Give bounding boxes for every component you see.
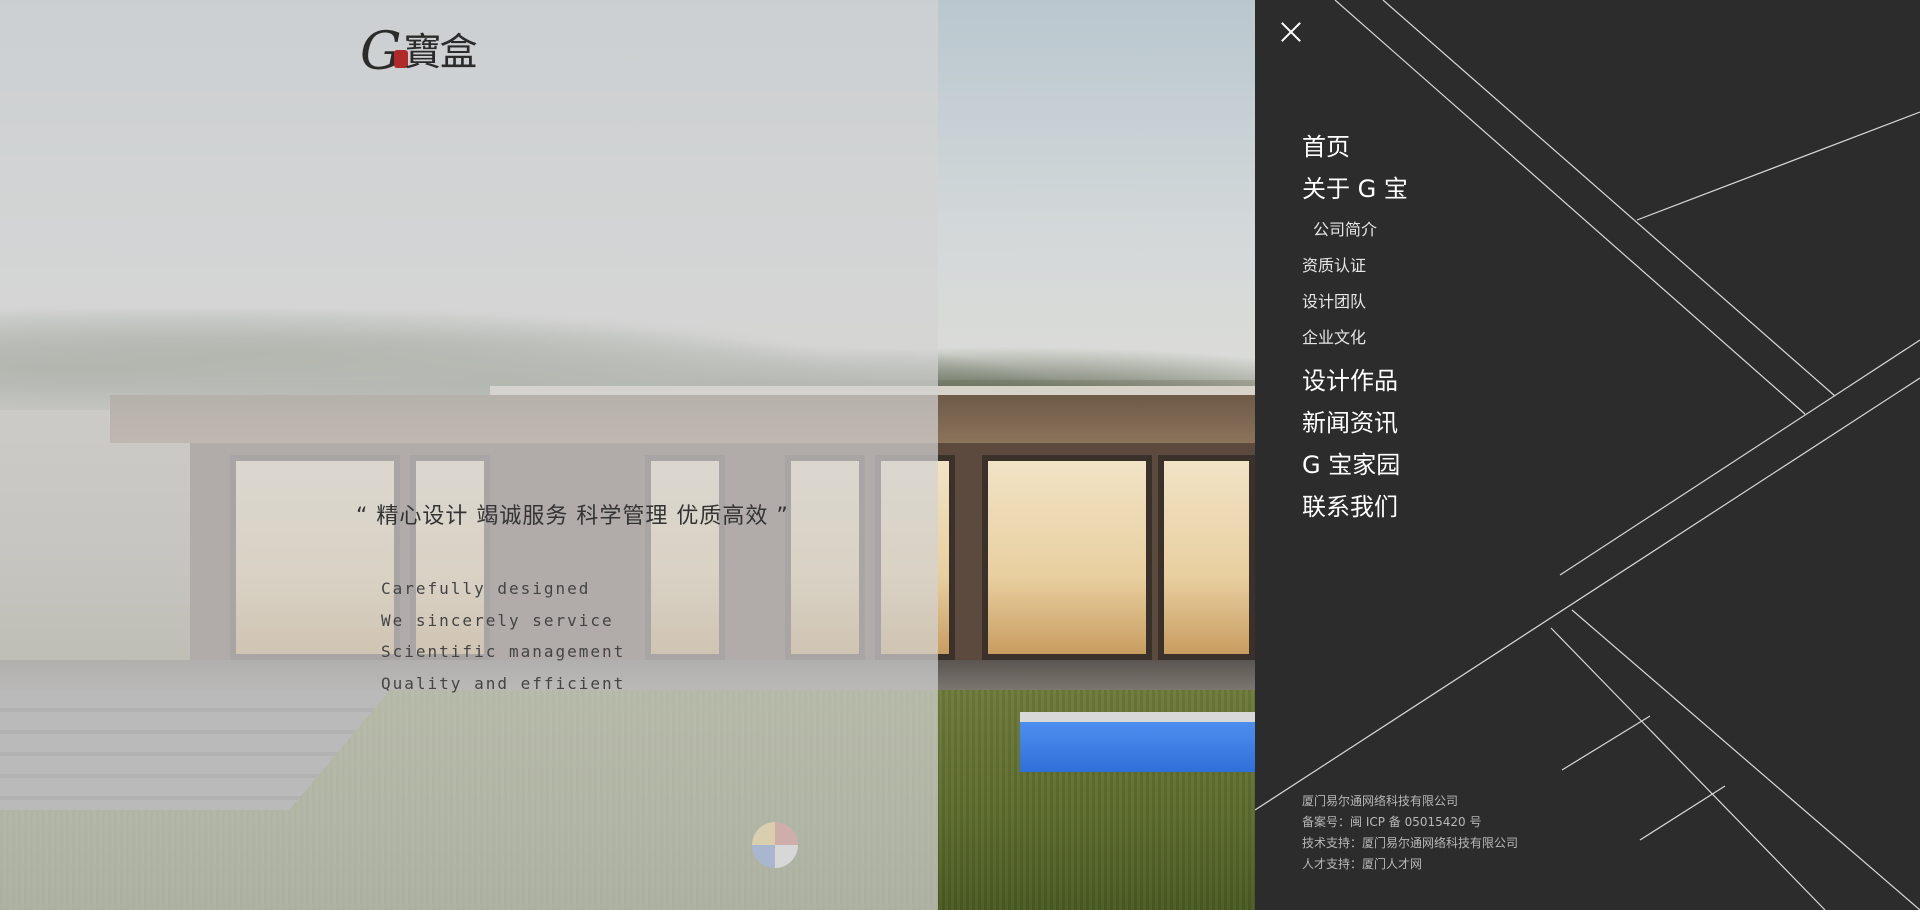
footer-talent-support[interactable]: 人才支持：厦门人才网: [1302, 854, 1518, 875]
nav-item-news[interactable]: 新闻资讯: [1302, 402, 1408, 444]
footer-info: 厦门易尔通网络科技有限公司 备案号：闽 ICP 备 05015420 号 技术支…: [1302, 791, 1518, 875]
footer-company: 厦门易尔通网络科技有限公司: [1302, 794, 1459, 808]
nav-item-home[interactable]: 首页: [1302, 126, 1408, 168]
slogan-english-line: We sincerely service: [381, 610, 614, 630]
footer-tech-support[interactable]: 技术支持：厦门易尔通网络科技有限公司: [1302, 833, 1518, 854]
house-window: [1158, 455, 1255, 660]
slogan-chinese: “ 精心设计 竭诚服务 科学管理 优质高效 ”: [356, 504, 789, 529]
pool: [1020, 712, 1255, 772]
house-window: [982, 455, 1152, 660]
overlay-veil: [0, 0, 938, 910]
main-nav: 首页 关于 G 宝 公司简介 资质认证 设计团队 企业文化 设计作品 新闻资讯 …: [1302, 126, 1408, 528]
slogan-english-line: Scientific management: [381, 642, 626, 661]
nav-subitem-design-team[interactable]: 设计团队: [1302, 284, 1408, 320]
slogan-english-line: Quality and efficient: [381, 673, 626, 693]
logo-characters: 寶盒: [403, 30, 478, 74]
nav-item-home-garden[interactable]: G 宝家园: [1302, 444, 1408, 486]
nav-item-about[interactable]: 关于 G 宝: [1302, 168, 1408, 210]
nav-item-contact[interactable]: 联系我们: [1302, 486, 1408, 528]
nav-subitem-corporate-culture[interactable]: 企业文化: [1302, 320, 1408, 356]
menu-panel: 首页 关于 G 宝 公司简介 资质认证 设计团队 企业文化 设计作品 新闻资讯 …: [1255, 0, 1920, 910]
site-logo[interactable]: G 寶盒: [360, 26, 478, 78]
nav-subitem-company-profile[interactable]: 公司简介: [1302, 212, 1408, 248]
footer-icp[interactable]: 备案号：闽 ICP 备 05015420 号: [1302, 812, 1518, 833]
close-icon[interactable]: [1279, 20, 1303, 44]
nav-subitem-certification[interactable]: 资质认证: [1302, 248, 1408, 284]
slogan-english-line: Carefully designed: [381, 579, 591, 598]
slogan-english: Carefully designed We sincerely service …: [381, 573, 625, 699]
page: G 寶盒 “ 精心设计 竭诚服务 科学管理 优质高效 ” Carefully d…: [0, 0, 1920, 910]
hero-background-image: [0, 0, 1255, 910]
nav-item-works[interactable]: 设计作品: [1302, 360, 1408, 402]
